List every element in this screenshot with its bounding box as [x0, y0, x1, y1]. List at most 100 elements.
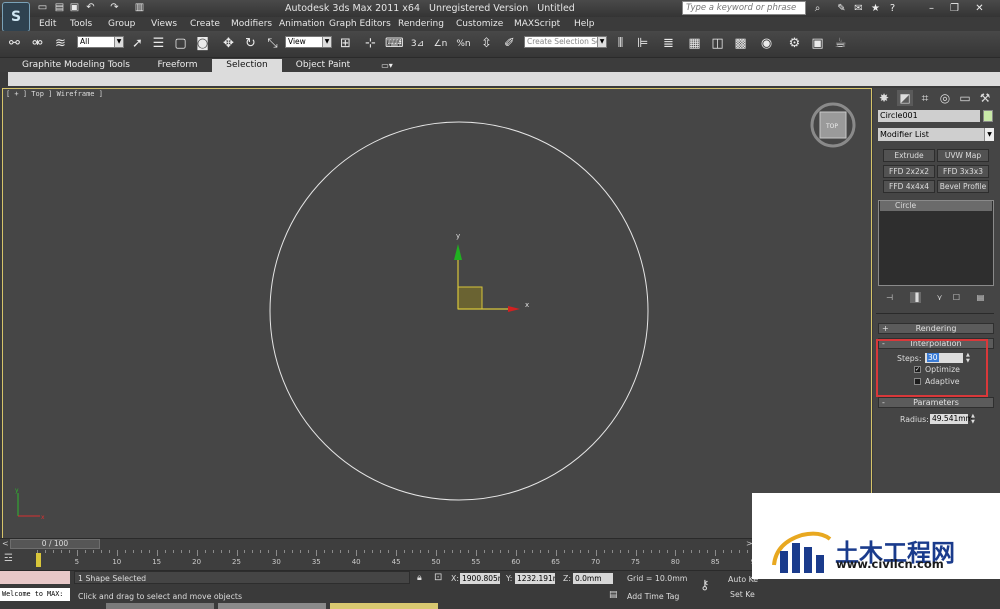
- angle-snap-icon[interactable]: ∠n: [432, 35, 449, 53]
- maxscript-welcome[interactable]: Welcome to MAX:: [0, 588, 70, 601]
- ffd-4x4x4-button[interactable]: FFD 4x4x4: [883, 180, 935, 193]
- time-slider-thumb[interactable]: 0 / 100: [10, 539, 100, 549]
- open-file-icon[interactable]: ▤: [53, 2, 66, 14]
- mirror-icon[interactable]: ⫴: [612, 35, 629, 53]
- menu-animation[interactable]: Animation: [279, 17, 325, 31]
- bind-space-warp-icon[interactable]: ≋: [52, 35, 69, 53]
- y-coordinate-field[interactable]: 1232.191m: [515, 573, 555, 584]
- menu-tools[interactable]: Tools: [70, 17, 92, 31]
- remove-modifier-icon[interactable]: ☐: [951, 292, 962, 303]
- redo-icon[interactable]: ↷: [108, 2, 121, 14]
- prev-frame-icon[interactable]: <: [2, 539, 9, 548]
- keyboard-shortcut-override-icon[interactable]: ⌨: [385, 35, 404, 53]
- radius-spinner-arrows[interactable]: ▲ ▼: [971, 413, 978, 425]
- pivot-center-icon[interactable]: ⊞: [337, 35, 354, 53]
- select-and-scale-icon[interactable]: ⤡: [264, 35, 281, 53]
- undo-icon[interactable]: ↶: [84, 2, 97, 14]
- menu-graph-editors[interactable]: Graph Editors: [329, 17, 391, 31]
- ffd-2x2x2-button[interactable]: FFD 2x2x2: [883, 165, 935, 178]
- selection-filter-dropdown[interactable]: All ▼: [77, 36, 124, 48]
- reference-coordinate-dropdown[interactable]: View ▼: [285, 36, 332, 48]
- radius-spinner[interactable]: 49.541mm: [930, 414, 973, 424]
- parameters-rollout-header[interactable]: - Parameters: [878, 397, 994, 408]
- maxscript-listener-mini[interactable]: [0, 571, 70, 584]
- time-slider[interactable]: [0, 538, 760, 550]
- menu-customize[interactable]: Customize: [456, 17, 503, 31]
- unlink-icon[interactable]: ⚮: [29, 35, 46, 53]
- add-time-tag-button[interactable]: Add Time Tag: [627, 592, 679, 601]
- make-unique-icon[interactable]: ⋎: [934, 292, 945, 303]
- mini-curve-editor-icon[interactable]: ☲: [4, 553, 20, 567]
- select-by-name-icon[interactable]: ☰: [150, 35, 167, 53]
- subscription-icon[interactable]: ✎: [835, 2, 848, 15]
- lock-selection-icon[interactable]: 🔒︎: [417, 573, 422, 583]
- snaps-toggle-icon[interactable]: 3⊿: [409, 35, 426, 53]
- edit-named-selection-icon[interactable]: ✐: [501, 35, 518, 53]
- restore-icon[interactable]: ❐: [948, 2, 961, 15]
- project-folder-icon[interactable]: ▥: [133, 2, 146, 14]
- select-and-move-icon[interactable]: ✥: [220, 35, 237, 53]
- schematic-view-icon[interactable]: ▩: [732, 35, 749, 53]
- uvw-map-button[interactable]: UVW Map: [937, 149, 989, 162]
- new-file-icon[interactable]: ▭: [36, 2, 49, 14]
- layer-manager-icon[interactable]: ≣: [660, 35, 677, 53]
- tab-object-paint[interactable]: Object Paint: [292, 59, 354, 72]
- tab-freeform[interactable]: Freeform: [150, 59, 205, 72]
- ribbon-options-icon[interactable]: ▭▾: [377, 59, 397, 72]
- create-tab-icon[interactable]: ✸: [876, 90, 892, 106]
- rendering-rollout-header[interactable]: + Rendering: [878, 323, 994, 334]
- minimize-icon[interactable]: –: [925, 2, 938, 15]
- extrude-button[interactable]: Extrude: [883, 149, 935, 162]
- track-bar[interactable]: 51015202530354045505560657075808590: [0, 550, 760, 570]
- select-and-manipulate-icon[interactable]: ⊹: [362, 35, 379, 53]
- menu-create[interactable]: Create: [190, 17, 220, 31]
- render-production-icon[interactable]: ☕: [832, 35, 849, 53]
- motion-tab-icon[interactable]: ◎: [937, 90, 953, 106]
- select-object-icon[interactable]: ➚: [129, 35, 146, 53]
- menu-modifiers[interactable]: Modifiers: [231, 17, 272, 31]
- tab-graphite-modeling-tools[interactable]: Graphite Modeling Tools: [20, 59, 132, 72]
- search-input[interactable]: Type a keyword or phrase: [682, 1, 806, 15]
- modifier-list-dropdown[interactable]: Modifier List ▼: [878, 128, 994, 141]
- rendered-frame-window-icon[interactable]: ▣: [809, 35, 826, 53]
- menu-rendering[interactable]: Rendering: [398, 17, 444, 31]
- show-end-result-icon[interactable]: ▐: [910, 292, 921, 303]
- rectangular-selection-icon[interactable]: ▢: [172, 35, 189, 53]
- modify-tab-icon[interactable]: ◩: [897, 90, 913, 106]
- object-color-swatch[interactable]: [983, 110, 993, 122]
- bevel-profile-button[interactable]: Bevel Profile: [937, 180, 989, 193]
- configure-sets-icon[interactable]: ▤: [975, 292, 986, 303]
- tab-selection[interactable]: Selection: [212, 59, 282, 72]
- render-setup-icon[interactable]: ⚙: [786, 35, 803, 53]
- menu-edit[interactable]: Edit: [39, 17, 56, 31]
- percent-snap-icon[interactable]: %n: [455, 35, 472, 53]
- favorites-icon[interactable]: ★: [869, 2, 882, 15]
- close-icon[interactable]: ✕: [973, 2, 986, 15]
- utilities-tab-icon[interactable]: ⚒: [977, 90, 993, 106]
- stack-item-circle[interactable]: Circle: [880, 201, 992, 211]
- align-icon[interactable]: ⊫: [634, 35, 651, 53]
- select-link-icon[interactable]: ⚯: [6, 35, 23, 53]
- display-tab-icon[interactable]: ▭: [957, 90, 973, 106]
- menu-views[interactable]: Views: [151, 17, 177, 31]
- pin-stack-icon[interactable]: ⊣: [884, 292, 895, 303]
- x-coordinate-field[interactable]: 1900.805m: [460, 573, 500, 584]
- time-tag-icon[interactable]: ▤: [609, 590, 618, 600]
- binoculars-icon[interactable]: ⌕: [811, 2, 824, 15]
- graphite-toggle-icon[interactable]: ▦: [686, 35, 703, 53]
- app-logo-button[interactable]: S: [2, 2, 30, 32]
- z-coordinate-field[interactable]: 0.0mm: [573, 573, 613, 584]
- menu-maxscript[interactable]: MAXScript: [514, 17, 560, 31]
- modifier-stack[interactable]: [878, 200, 994, 286]
- spinner-snap-icon[interactable]: ⇳: [478, 35, 495, 53]
- curve-editor-icon[interactable]: ◫: [709, 35, 726, 53]
- ffd-3x3x3-button[interactable]: FFD 3x3x3: [937, 165, 989, 178]
- help-icon[interactable]: ?: [886, 2, 899, 15]
- object-name-field[interactable]: Circle001: [878, 110, 980, 122]
- communication-icon[interactable]: ✉: [852, 2, 865, 15]
- set-key-button[interactable]: Set Ke: [730, 590, 755, 599]
- absolute-mode-icon[interactable]: ⊡: [434, 572, 442, 583]
- hierarchy-tab-icon[interactable]: ⌗: [917, 90, 933, 106]
- menu-group[interactable]: Group: [108, 17, 135, 31]
- current-frame-marker[interactable]: [36, 553, 41, 567]
